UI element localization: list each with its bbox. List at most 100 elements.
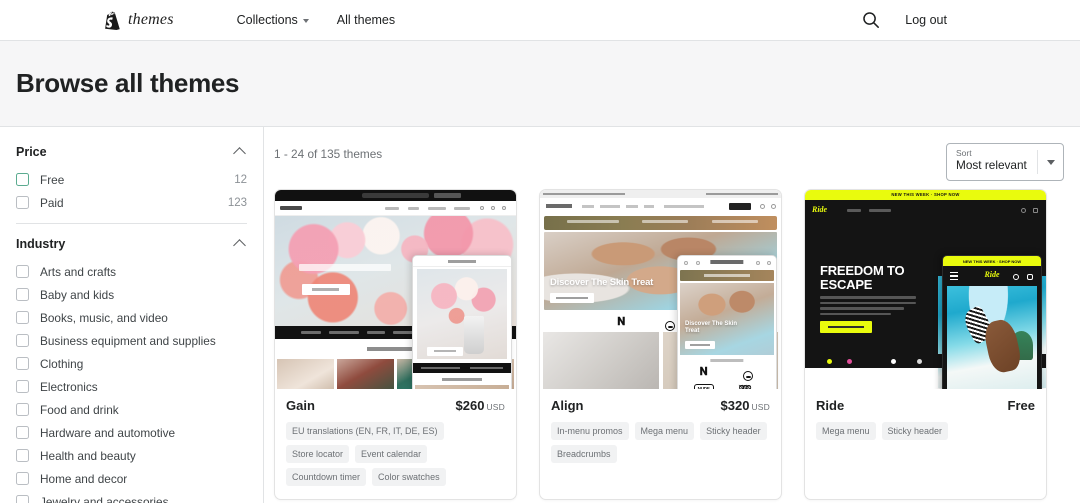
theme-tag: In-menu promos — [551, 422, 629, 440]
facet-label-free: Free — [40, 172, 65, 187]
facet-header-price[interactable]: Price — [16, 143, 247, 169]
theme-tag: Sticky header — [700, 422, 767, 440]
checkbox-arts-and-crafts[interactable] — [16, 265, 29, 278]
theme-price-amount-gain: $260 — [455, 398, 485, 413]
brand-logo[interactable]: themes — [104, 11, 174, 30]
chevron-down-icon — [302, 19, 309, 23]
checkbox-home-and-decor[interactable] — [16, 472, 29, 485]
theme-card-header-align: Align $320 USD — [551, 398, 770, 413]
facet-label-health-and-beauty: Health and beauty — [40, 448, 136, 463]
checkbox-business-equipment-and-supplies[interactable] — [16, 334, 29, 347]
theme-tags-gain: EU translations (EN, FR, IT, DE, ES) Sto… — [286, 422, 505, 486]
ride-hero-headline: FREEDOM TO ESCAPE — [820, 263, 905, 292]
nav-item-all-themes[interactable]: All themes — [337, 13, 395, 27]
facet-label-business-equipment-and-supplies: Business equipment and supplies — [40, 333, 216, 348]
logout-link[interactable]: Log out — [905, 13, 947, 27]
chevron-down-icon — [1046, 159, 1055, 165]
align-hero-headline: Discover The Skin Treat — [550, 277, 654, 288]
theme-card-ride[interactable]: NEW THIS WEEK · SHOP NOW Ride FREEDOM TO… — [804, 189, 1047, 500]
facet-option-business-equipment-and-supplies[interactable]: Business equipment and supplies — [16, 330, 247, 351]
theme-tag: Breadcrumbs — [551, 445, 617, 463]
theme-card-gain[interactable]: Gain $260 USD EU translations (EN, FR, IT… — [274, 189, 517, 500]
facet-option-electronics[interactable]: Electronics — [16, 376, 247, 397]
facet-option-clothing[interactable]: Clothing — [16, 353, 247, 374]
nav-item-all-themes-label: All themes — [336, 13, 396, 27]
results-toolbar: 1 - 24 of 135 themes Sort Most relevant — [274, 143, 1064, 189]
facet-label-books-music-and-video: Books, music, and video — [40, 310, 168, 325]
checkbox-electronics[interactable] — [16, 380, 29, 393]
search-icon[interactable] — [862, 11, 880, 29]
ride-mobile-mockup: NEW THIS WEEK · SHOP NOW Ride — [942, 255, 1042, 389]
sort-dropdown-label: Sort — [956, 148, 972, 158]
theme-card-header-ride: Ride Free — [816, 398, 1035, 413]
theme-tags-ride: Mega menu Sticky header — [816, 422, 1035, 440]
sort-dropdown[interactable]: Sort Most relevant — [946, 143, 1064, 181]
facet-label-arts-and-crafts: Arts and crafts — [40, 264, 117, 279]
theme-tag: Mega menu — [634, 422, 695, 440]
page-title: Browse all themes — [16, 68, 240, 98]
results-count-text: 1 - 24 of 135 themes — [274, 147, 383, 161]
theme-card-body-align: Align $320 USD In-menu promos Mega menu S… — [540, 389, 781, 476]
facet-option-paid[interactable]: Paid 123 — [16, 192, 247, 213]
results-area: 1 - 24 of 135 themes Sort Most relevant — [264, 127, 1080, 503]
theme-name-gain: Gain — [286, 398, 315, 413]
facet-header-industry[interactable]: Industry — [16, 235, 247, 261]
primary-nav-links: Collections All themes — [237, 13, 396, 27]
checkbox-health-and-beauty[interactable] — [16, 449, 29, 462]
facet-option-food-and-drink[interactable]: Food and drink — [16, 399, 247, 420]
checkbox-food-and-drink[interactable] — [16, 403, 29, 416]
facet-option-jewelry-and-accessories[interactable]: Jewelry and accessories — [16, 491, 247, 503]
facet-option-baby-and-kids[interactable]: Baby and kids — [16, 284, 247, 305]
theme-card-body-ride: Ride Free Mega menu Sticky header — [805, 389, 1046, 453]
facet-option-arts-and-crafts[interactable]: Arts and crafts — [16, 261, 247, 282]
facet-option-free[interactable]: Free 12 — [16, 169, 247, 190]
theme-card-align[interactable]: Discover The Skin Treat 𝐍 NUDE — [539, 189, 782, 500]
ride-announcement-text: NEW THIS WEEK · SHOP NOW — [891, 192, 960, 197]
theme-price-currency-align: USD — [751, 402, 770, 412]
nav-item-collections-label: Collections — [236, 13, 298, 27]
chevron-up-icon — [233, 147, 246, 160]
facet-label-jewelry-and-accessories: Jewelry and accessories — [40, 494, 169, 504]
theme-name-ride: Ride — [816, 398, 845, 413]
top-navigation-bar: themes Collections All themes Log out — [0, 0, 1080, 41]
checkbox-books-music-and-video[interactable] — [16, 311, 29, 324]
sort-dropdown-text: Sort Most relevant — [947, 144, 1037, 180]
facet-option-hardware-and-automotive[interactable]: Hardware and automotive — [16, 422, 247, 443]
facet-label-paid: Paid — [40, 195, 64, 210]
theme-preview-ride: NEW THIS WEEK · SHOP NOW Ride FREEDOM TO… — [805, 190, 1046, 389]
checkbox-hardware-and-automotive[interactable] — [16, 426, 29, 439]
checkbox-clothing[interactable] — [16, 357, 29, 370]
ride-mobile-announcement: NEW THIS WEEK · SHOP NOW — [962, 258, 1022, 264]
sort-dropdown-arrow — [1037, 150, 1063, 174]
filters-sidebar: Price Free 12 Paid 123 Industry Arts and… — [0, 127, 264, 503]
facet-label-baby-and-kids: Baby and kids — [40, 287, 115, 302]
shopify-bag-icon — [105, 11, 120, 30]
checkbox-jewelry-and-accessories[interactable] — [16, 495, 29, 503]
facet-count-paid: 123 — [227, 196, 247, 209]
checkbox-paid[interactable] — [16, 196, 29, 209]
facet-option-books-music-and-video[interactable]: Books, music, and video — [16, 307, 247, 328]
theme-tag: Countdown timer — [286, 468, 367, 486]
gain-mobile-mockup — [412, 255, 512, 389]
theme-price-ride: Free — [1007, 398, 1035, 413]
theme-tags-align: In-menu promos Mega menu Sticky header B… — [551, 422, 770, 463]
checkbox-baby-and-kids[interactable] — [16, 288, 29, 301]
theme-price-gain: $260 USD — [456, 398, 505, 413]
facet-option-home-and-decor[interactable]: Home and decor — [16, 468, 247, 489]
brand-wordmark: themes — [128, 11, 174, 28]
theme-price-currency-gain: USD — [486, 402, 505, 412]
checkbox-free[interactable] — [16, 173, 29, 186]
theme-tag: Sticky header — [881, 422, 949, 440]
facet-divider — [16, 223, 247, 224]
chevron-up-icon — [233, 239, 246, 252]
facet-label-food-and-drink: Food and drink — [40, 402, 119, 417]
align-mobile-mockup: Discover The Skin Treat 𝐍 NUDE ᴓᴓᴓ — [677, 255, 777, 389]
facet-option-health-and-beauty[interactable]: Health and beauty — [16, 445, 247, 466]
facet-count-free: 12 — [234, 173, 247, 186]
page-body: Price Free 12 Paid 123 Industry Arts and… — [0, 127, 1080, 503]
facet-label-electronics: Electronics — [40, 379, 98, 394]
facet-label-clothing: Clothing — [40, 356, 84, 371]
nav-item-collections[interactable]: Collections — [237, 13, 309, 27]
facet-title-industry: Industry — [16, 237, 66, 251]
theme-tag: Event calendar — [355, 445, 428, 463]
